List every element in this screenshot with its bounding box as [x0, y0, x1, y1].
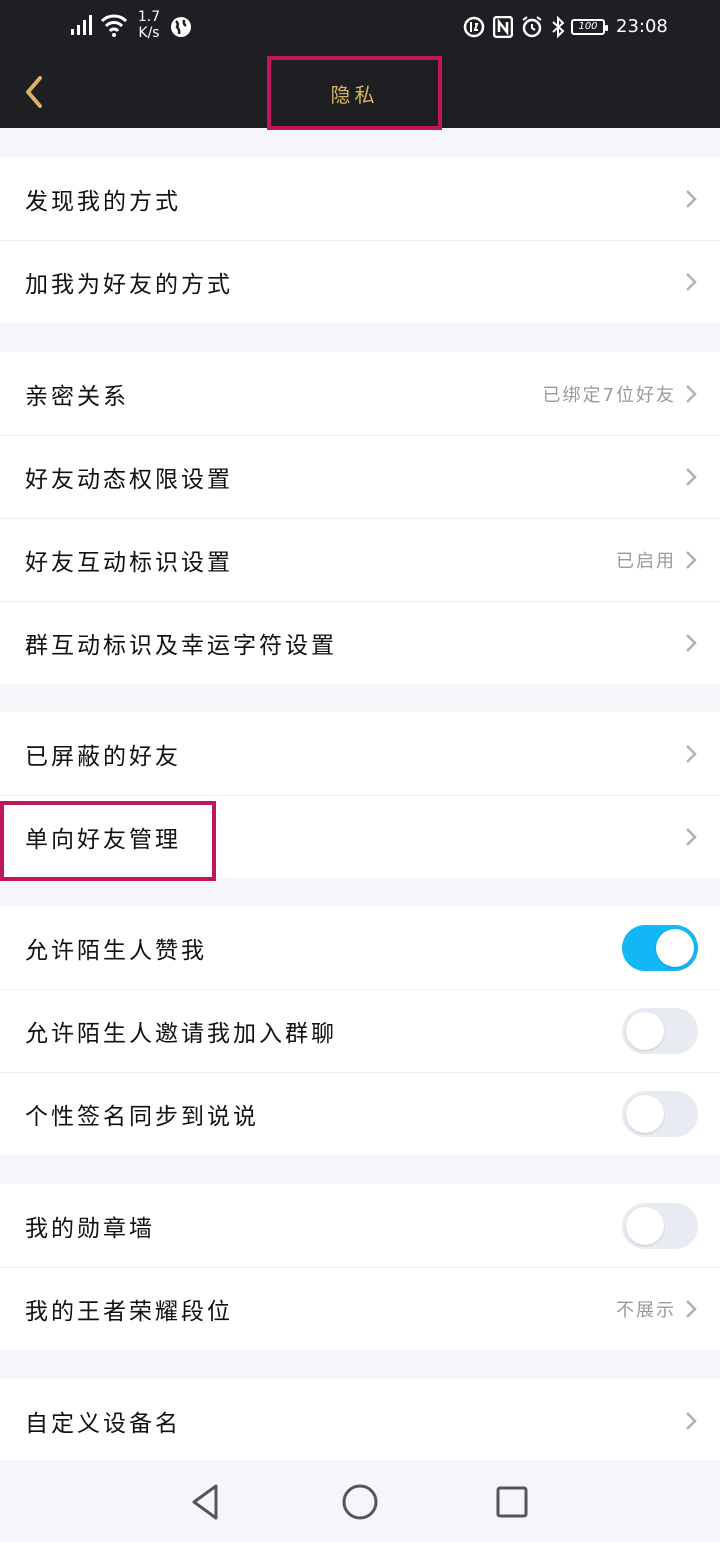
list-item-label: 单向好友管理 — [25, 827, 181, 853]
chevron-right-icon — [686, 634, 697, 652]
clock: 23:08 — [616, 16, 668, 37]
list-item-add-friend-method[interactable]: 加我为好友的方式 — [0, 240, 720, 323]
chevron-right-icon — [686, 828, 697, 846]
list-item-label: 自定义设备名 — [25, 1410, 181, 1437]
list-item-label: 我的王者荣耀段位 — [25, 1299, 233, 1325]
square-recents-icon — [496, 1486, 528, 1518]
nfc-icon — [493, 16, 513, 38]
status-bar: 1.7 K/s 100 23:08 — [0, 0, 720, 54]
toggle-knob — [656, 928, 694, 967]
settings-group-device: 自定义设备名 — [0, 1379, 720, 1462]
list-item-honor-of-kings-rank[interactable]: 我的王者荣耀段位 不展示 — [0, 1267, 720, 1350]
globe-icon — [171, 17, 191, 37]
settings-group-blocking: 已屏蔽的好友 单向好友管理 — [0, 712, 720, 878]
list-item-value: 不展示 — [616, 1300, 676, 1321]
network-speed-unit: K/s — [138, 25, 160, 41]
settings-group-discovery: 发现我的方式 加我为好友的方式 — [0, 157, 720, 323]
nav-home-button[interactable] — [338, 1480, 382, 1524]
list-item-allow-stranger-likes: 允许陌生人赞我 — [0, 906, 720, 989]
list-item-intimate-relations[interactable]: 亲密关系 已绑定7位好友 — [0, 352, 720, 435]
toggle-knob — [626, 1206, 664, 1245]
settings-group-display: 我的勋章墙 我的王者荣耀段位 不展示 — [0, 1184, 720, 1350]
chevron-right-icon — [686, 384, 697, 403]
list-item-find-me[interactable]: 发现我的方式 — [0, 157, 720, 240]
allow-stranger-group-invite-toggle[interactable] — [622, 1008, 698, 1054]
title-highlight-box: 隐私 — [267, 56, 442, 130]
wifi-icon — [100, 14, 128, 37]
signal-icon — [71, 15, 92, 35]
list-item-label: 好友互动标识设置 — [25, 550, 233, 576]
chevron-right-icon — [686, 468, 697, 486]
list-item-label: 加我为好友的方式 — [25, 272, 233, 298]
list-item-label: 个性签名同步到说说 — [25, 1104, 259, 1130]
settings-group-friends: 亲密关系 已绑定7位好友 好友动态权限设置 好友互动标识设置 已启用 群互动标识… — [0, 352, 720, 684]
list-item-allow-stranger-group-invite: 允许陌生人邀请我加入群聊 — [0, 989, 720, 1072]
status-right-icons — [463, 14, 565, 40]
back-button[interactable] — [20, 72, 50, 112]
circle-home-icon — [342, 1484, 378, 1520]
system-navigation-bar — [0, 1460, 720, 1542]
chevron-right-icon — [686, 551, 697, 569]
list-item-custom-device-name[interactable]: 自定义设备名 — [0, 1379, 720, 1462]
list-item-medal-wall: 我的勋章墙 — [0, 1184, 720, 1267]
battery-icon: 100 — [571, 19, 608, 35]
page-title: 隐私 — [330, 82, 379, 107]
chevron-left-icon — [26, 76, 42, 108]
list-item-label: 亲密关系 — [25, 383, 129, 410]
chevron-right-icon — [686, 1411, 697, 1430]
list-item-friend-feed-permissions[interactable]: 好友动态权限设置 — [0, 435, 720, 518]
chevron-right-icon — [686, 744, 697, 763]
chevron-right-icon — [686, 1300, 697, 1318]
toggle-knob — [626, 1095, 664, 1133]
list-item-label: 已屏蔽的好友 — [25, 743, 181, 770]
nav-recents-button[interactable] — [490, 1480, 534, 1524]
list-item-blocked-friends[interactable]: 已屏蔽的好友 — [0, 712, 720, 795]
sync-signature-toggle[interactable] — [622, 1091, 698, 1137]
nav-back-button[interactable] — [184, 1480, 228, 1524]
top-bar: 1.7 K/s 100 23:08 隐私 — [0, 0, 720, 130]
network-speed-value: 1.7 — [137, 9, 161, 25]
list-item-value: 已启用 — [616, 551, 676, 572]
list-item-value: 已绑定7位好友 — [542, 384, 676, 406]
network-speed: 1.7 K/s — [134, 9, 164, 41]
allow-stranger-likes-toggle[interactable] — [622, 924, 698, 971]
list-item-friend-interaction-badges[interactable]: 好友互动标识设置 已启用 — [0, 518, 720, 601]
list-item-sync-signature: 个性签名同步到说说 — [0, 1072, 720, 1155]
triangle-back-icon — [192, 1484, 218, 1520]
list-item-label: 我的勋章墙 — [25, 1215, 155, 1242]
toggle-knob — [626, 1012, 664, 1050]
settings-group-strangers: 允许陌生人赞我 允许陌生人邀请我加入群聊 个性签名同步到说说 — [0, 906, 720, 1155]
list-item-label: 发现我的方式 — [25, 188, 181, 215]
list-item-label: 允许陌生人赞我 — [25, 937, 207, 964]
alarm-icon — [522, 16, 542, 38]
chevron-right-icon — [686, 189, 697, 208]
list-item-group-interaction-badges[interactable]: 群互动标识及幸运字符设置 — [0, 601, 720, 684]
list-item-label: 允许陌生人邀请我加入群聊 — [25, 1021, 337, 1047]
chevron-right-icon — [686, 273, 697, 291]
medal-wall-toggle[interactable] — [622, 1202, 698, 1249]
list-item-label: 好友动态权限设置 — [25, 467, 233, 493]
bluetooth-icon — [552, 16, 565, 38]
list-item-one-way-friends[interactable]: 单向好友管理 — [0, 795, 720, 878]
data-saver-icon — [463, 16, 485, 38]
list-item-label: 群互动标识及幸运字符设置 — [25, 633, 337, 659]
